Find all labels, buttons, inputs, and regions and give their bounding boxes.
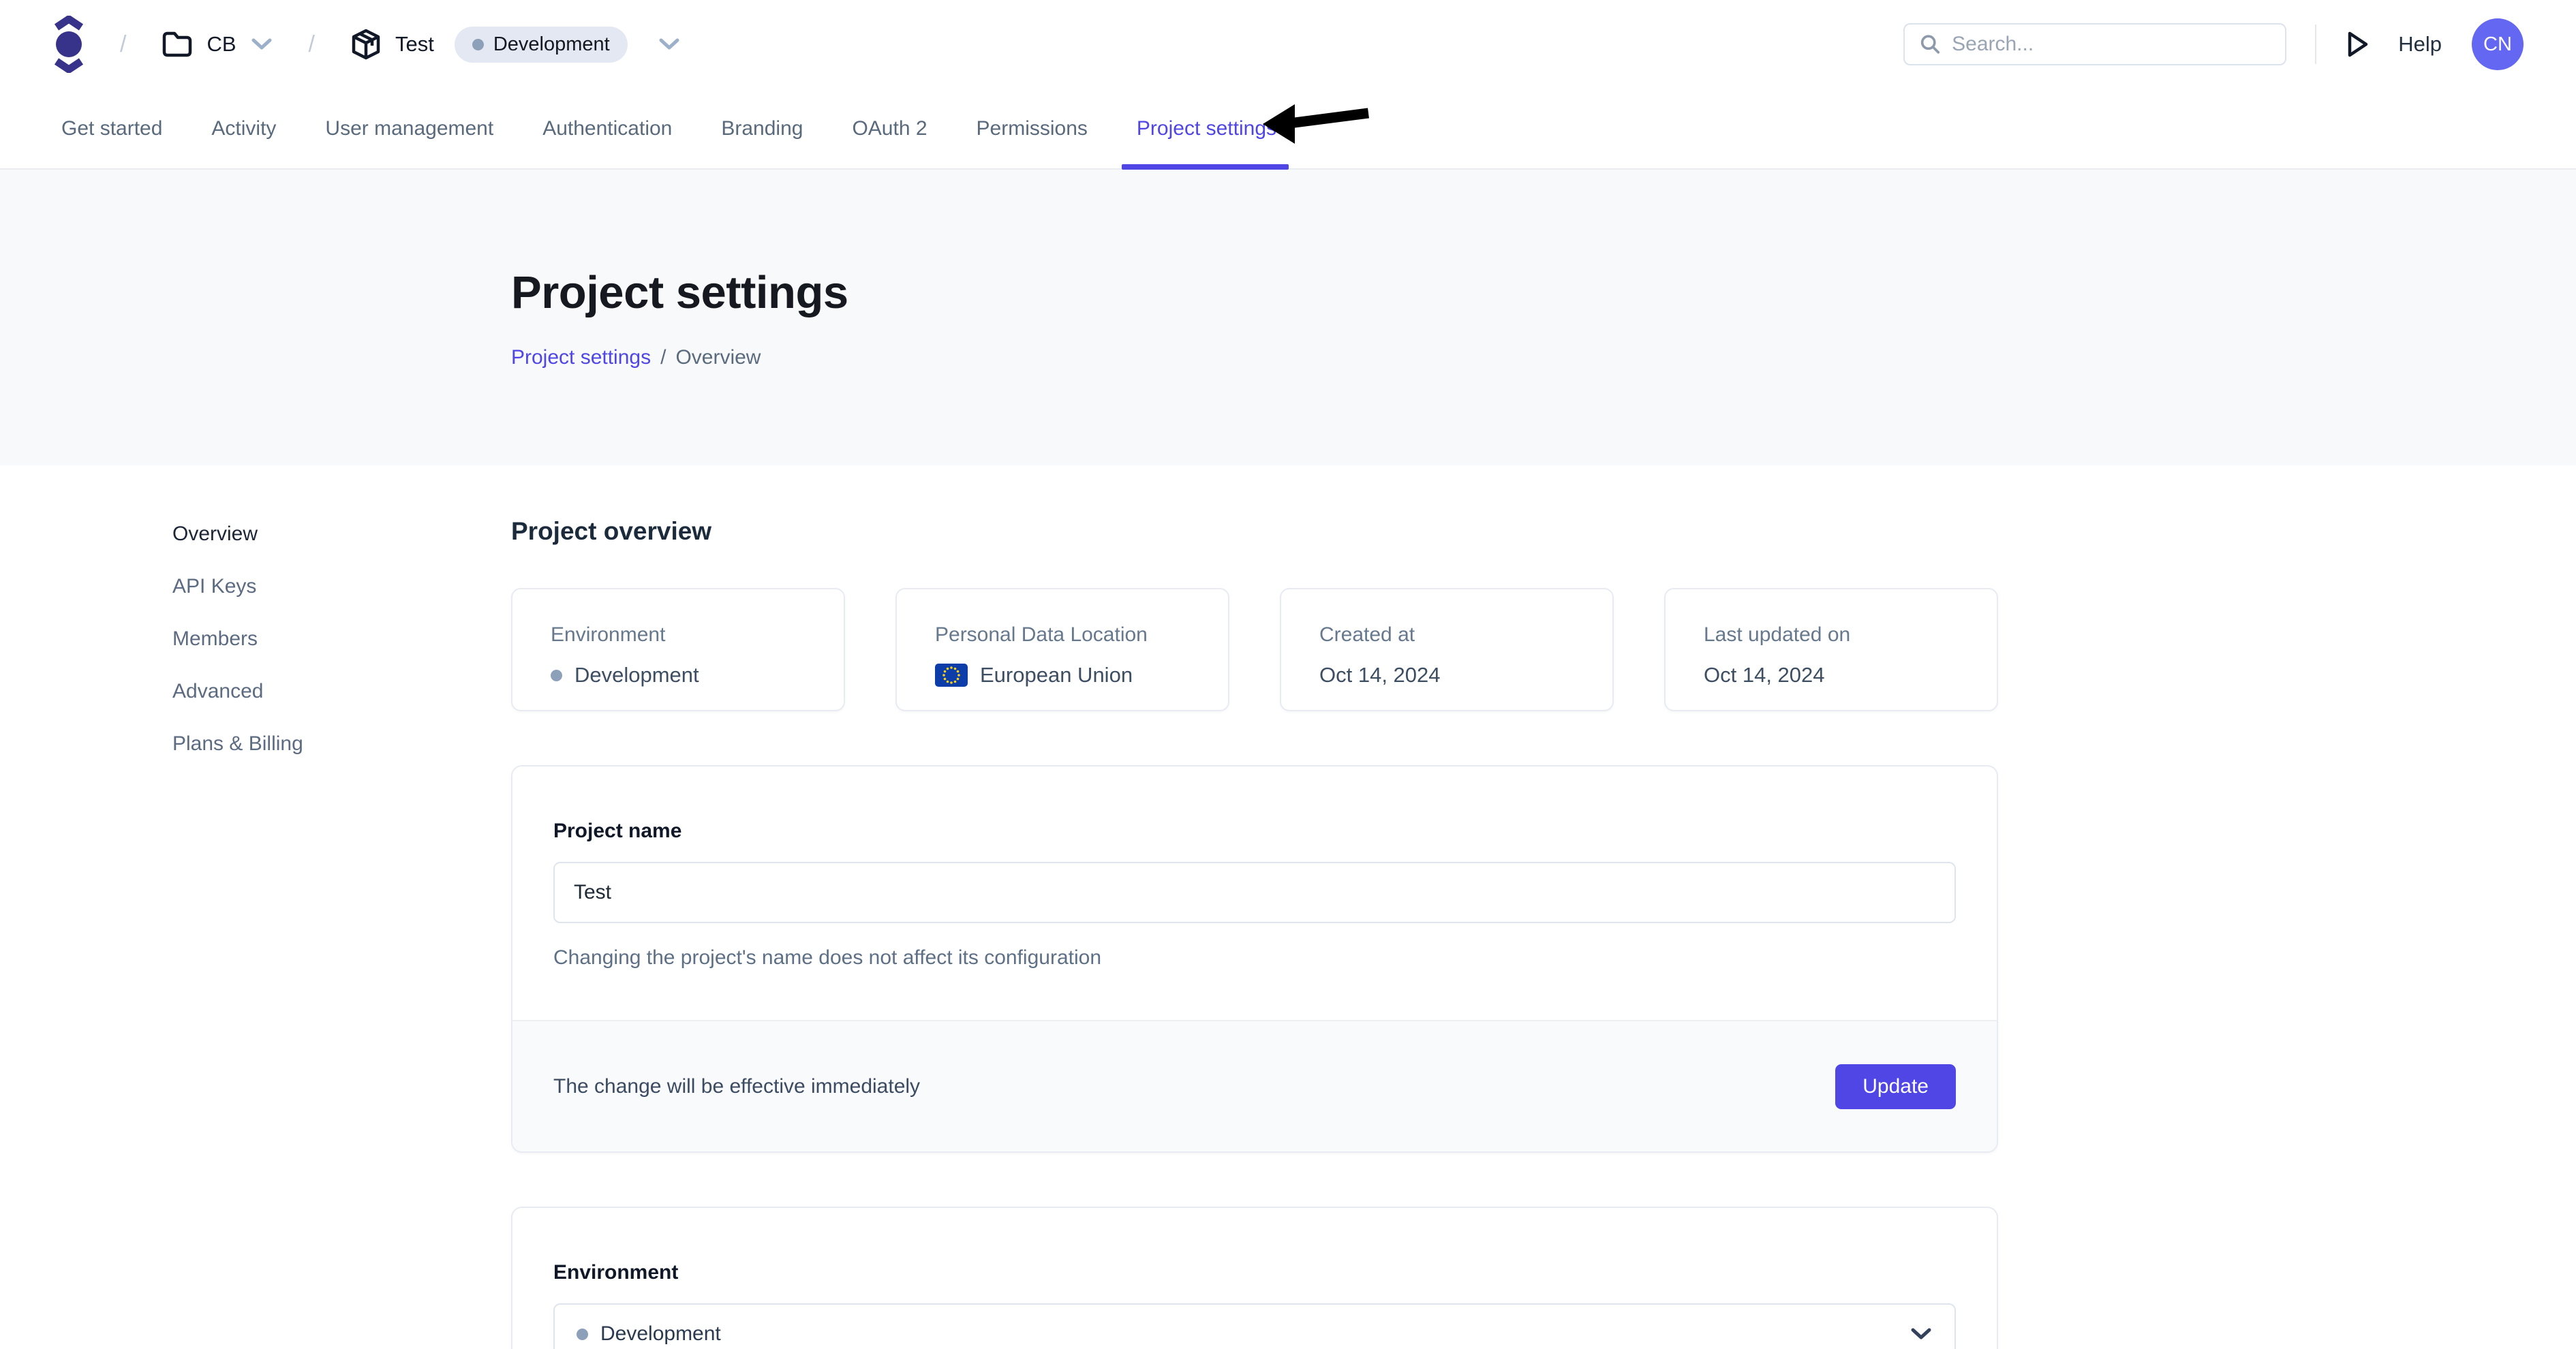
info-card-data-location: Personal Data Location European Uni (895, 588, 1229, 711)
search-input[interactable] (1952, 33, 2270, 56)
tab-oauth2[interactable]: OAuth 2 (844, 89, 935, 168)
status-dot-icon (472, 39, 484, 50)
project-name-input[interactable] (553, 862, 1956, 923)
tab-activity[interactable]: Activity (203, 89, 284, 168)
sidebar-item-members[interactable]: Members (172, 623, 303, 655)
sidebar-item-plans-billing[interactable]: Plans & Billing (172, 728, 303, 760)
settings-side-nav: Overview API Keys Members Advanced Plans… (172, 518, 303, 781)
update-button[interactable]: Update (1835, 1064, 1956, 1109)
environment-badge-label: Development (493, 33, 610, 56)
search-box[interactable] (1903, 23, 2286, 65)
search-icon (1920, 33, 1941, 56)
info-card-created-at: Created at Oct 14, 2024 (1280, 588, 1614, 711)
environment-panel: Environment Development (511, 1207, 1998, 1349)
active-tab-underline (1122, 164, 1289, 170)
project-name-panel: Project name Changing the project's name… (511, 765, 1998, 1153)
help-link[interactable]: Help (2398, 32, 2442, 57)
environment-panel-body: Environment Development (512, 1208, 1997, 1349)
chevron-down-icon (1910, 1327, 1933, 1342)
footer-note: The change will be effective immediately (553, 1075, 920, 1098)
project-name: Test (395, 32, 434, 57)
breadcrumb-separator: / (660, 346, 666, 369)
chevron-down-icon (250, 37, 273, 52)
main-column: Project overview Environment Development… (511, 465, 1998, 1349)
project-name-panel-body: Project name Changing the project's name… (512, 766, 1997, 1020)
sidebar-item-overview[interactable]: Overview (172, 518, 303, 550)
breadcrumb-separator: / (309, 31, 315, 58)
workspace-switcher[interactable]: CB (162, 31, 273, 58)
info-card-label: Personal Data Location (935, 623, 1190, 647)
info-card-value: European Union (935, 663, 1190, 687)
tab-authentication[interactable]: Authentication (534, 89, 680, 168)
sidebar-item-api-keys[interactable]: API Keys (172, 571, 303, 602)
project-name-panel-footer: The change will be effective immediately… (512, 1020, 1997, 1151)
play-button[interactable] (2345, 29, 2371, 59)
info-card-value: Oct 14, 2024 (1704, 663, 1959, 687)
info-card-label: Last updated on (1704, 623, 1959, 647)
project-switcher[interactable]: Test Development (350, 27, 681, 63)
page-title: Project settings (511, 266, 2576, 319)
breadcrumb-separator: / (120, 31, 126, 58)
info-card-row: Environment Development Personal Data Lo… (511, 588, 1998, 711)
folder-icon (162, 31, 193, 58)
info-card-last-updated: Last updated on Oct 14, 2024 (1664, 588, 1998, 711)
tab-bar: Get started Activity User management Aut… (0, 89, 2576, 170)
info-card-value: Development (551, 663, 806, 687)
top-bar-actions: Help CN (1903, 18, 2524, 70)
environment-select-value: Development (600, 1322, 721, 1346)
workspace-name: CB (206, 32, 236, 57)
page-header: Project settings Project settings / Over… (0, 170, 2576, 465)
tab-project-settings[interactable]: Project settings (1129, 89, 1285, 168)
chevron-down-icon (658, 37, 681, 52)
environment-badge: Development (455, 27, 628, 63)
breadcrumb-link-project-settings[interactable]: Project settings (511, 346, 651, 369)
top-breadcrumb: / CB / Test Development (53, 16, 681, 73)
info-card-label: Environment (551, 623, 806, 647)
avatar[interactable]: CN (2472, 18, 2524, 70)
info-card-label: Created at (1319, 623, 1574, 647)
project-name-label: Project name (553, 820, 1956, 843)
tab-get-started[interactable]: Get started (53, 89, 170, 168)
tab-branding[interactable]: Branding (713, 89, 811, 168)
top-bar: / CB / Test Development (0, 0, 2576, 89)
environment-select[interactable]: Development (553, 1303, 1956, 1349)
status-dot-icon (551, 670, 562, 681)
sidebar-item-advanced[interactable]: Advanced (172, 676, 303, 707)
content-area: Overview API Keys Members Advanced Plans… (0, 465, 2576, 1349)
breadcrumb-current: Overview (675, 346, 761, 369)
package-icon (350, 28, 382, 61)
app-logo-icon[interactable] (53, 16, 85, 73)
tab-permissions[interactable]: Permissions (968, 89, 1096, 168)
page-breadcrumb: Project settings / Overview (511, 346, 2576, 369)
info-card-value: Oct 14, 2024 (1319, 663, 1574, 687)
info-card-environment: Environment Development (511, 588, 845, 711)
status-dot-icon (577, 1329, 588, 1340)
tab-user-management[interactable]: User management (317, 89, 502, 168)
section-heading: Project overview (511, 517, 1998, 546)
eu-flag-icon (935, 664, 968, 687)
project-name-helper: Changing the project's name does not aff… (553, 946, 1956, 970)
divider (2315, 25, 2316, 64)
environment-label: Environment (553, 1261, 1956, 1284)
